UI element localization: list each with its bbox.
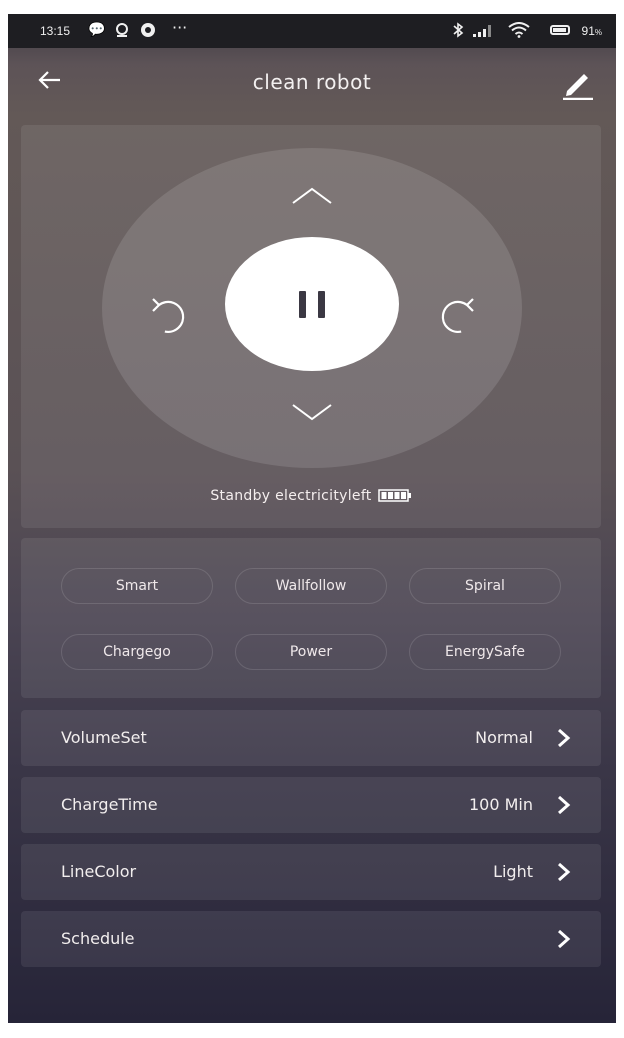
mode-power-button[interactable]: Power — [235, 634, 387, 670]
chat-icon: 💬 — [88, 22, 106, 38]
mode-smart-button[interactable]: Smart — [61, 568, 213, 604]
chevron-right-icon — [558, 862, 571, 882]
setting-label: ChargeTime — [61, 795, 158, 814]
bluetooth-icon — [452, 22, 464, 42]
setting-value: 100 Min — [468, 795, 533, 814]
status-text: Standby electricityleft — [210, 488, 372, 504]
app-screen: 13:15 💬 ··· 91% clean robot Standby elec… — [8, 14, 616, 1023]
rotate-right-icon — [441, 298, 474, 333]
chevron-right-icon — [558, 728, 571, 748]
chevron-down-icon — [292, 404, 332, 421]
setting-label: Schedule — [61, 929, 135, 948]
status-bar: 13:15 💬 ··· 91% — [8, 14, 616, 48]
pencil-icon — [563, 74, 593, 101]
status-text-line: Standby electricityleft — [21, 488, 601, 504]
edit-button[interactable] — [560, 66, 594, 101]
backward-button[interactable] — [287, 397, 337, 427]
pause-icon — [318, 291, 325, 318]
more-dots-icon: ··· — [172, 18, 188, 37]
setting-linecolor-row[interactable]: LineColor Light — [21, 844, 601, 900]
chevron-right-icon — [558, 795, 571, 815]
rotate-right-button[interactable] — [431, 293, 481, 339]
chrome-icon — [140, 22, 156, 42]
page-title: clean robot — [252, 70, 372, 94]
wifi-icon — [508, 22, 530, 42]
mode-energysafe-button[interactable]: EnergySafe — [409, 634, 561, 670]
pause-icon — [299, 291, 306, 318]
setting-schedule-row[interactable]: Schedule — [21, 911, 601, 967]
chevron-up-icon — [292, 187, 332, 204]
mode-wallfollow-button[interactable]: Wallfollow — [235, 568, 387, 604]
battery-icon — [550, 25, 570, 35]
forward-button[interactable] — [287, 181, 337, 211]
pause-button[interactable] — [225, 237, 399, 371]
app-header: clean robot — [8, 48, 616, 118]
mode-spiral-button[interactable]: Spiral — [409, 568, 561, 604]
status-time: 13:15 — [40, 24, 71, 38]
setting-value: Normal — [475, 728, 533, 747]
battery-percent: 91% — [581, 24, 602, 38]
notification-icon — [114, 22, 130, 42]
mode-panel: Smart Wallfollow Spiral Chargego Power E… — [21, 538, 601, 698]
mode-chargego-button[interactable]: Chargego — [61, 634, 213, 670]
setting-label: VolumeSet — [61, 728, 147, 747]
setting-value: Light — [493, 862, 533, 881]
battery-level-icon — [377, 489, 412, 502]
setting-volumeset-row[interactable]: VolumeSet Normal — [21, 710, 601, 766]
rotate-left-button[interactable] — [145, 293, 195, 339]
setting-label: LineColor — [61, 862, 137, 881]
setting-chargetime-row[interactable]: ChargeTime 100 Min — [21, 777, 601, 833]
control-panel: Standby electricityleft — [21, 125, 601, 528]
signal-icon — [472, 22, 494, 42]
chevron-right-icon — [558, 929, 571, 949]
rotate-left-icon — [152, 298, 185, 333]
